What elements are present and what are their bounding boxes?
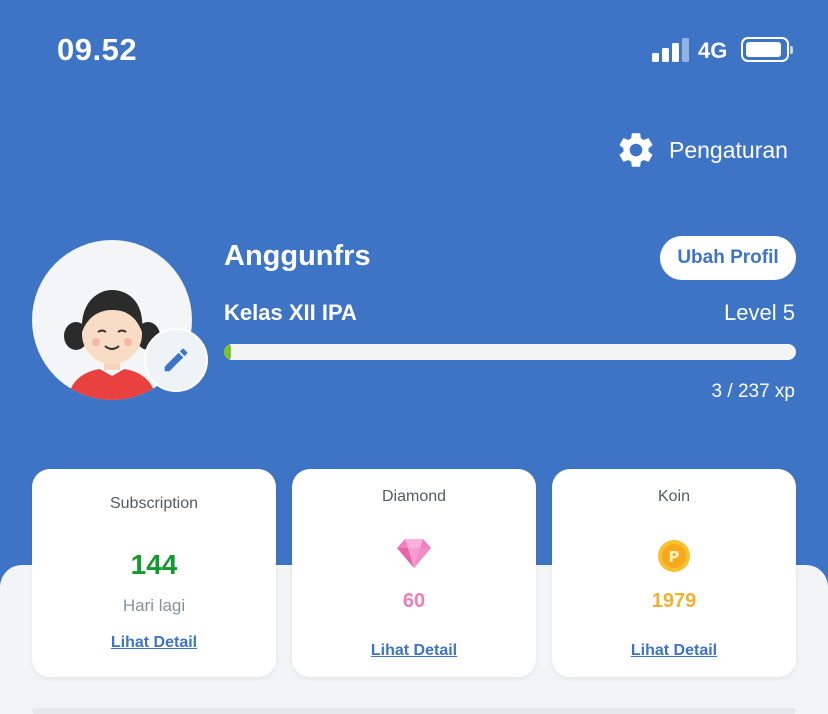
settings-button[interactable]: Pengaturan bbox=[615, 128, 788, 172]
pencil-icon bbox=[164, 348, 188, 372]
level-label: Level 5 bbox=[724, 300, 795, 325]
xp-progress-fill bbox=[224, 344, 232, 360]
diamond-value: 60 bbox=[402, 590, 426, 612]
koin-title: Koin bbox=[657, 488, 691, 505]
xp-progress-bar bbox=[224, 344, 796, 360]
koin-value: 1979 bbox=[651, 590, 697, 612]
profile-screen: 09.52 4G Pengaturan Anggunfrs Ubah Profi… bbox=[0, 0, 828, 714]
diamond-icon bbox=[396, 537, 432, 574]
subscription-subtitle: Hari lagi bbox=[122, 596, 186, 615]
koin-card: Koin P 1979 Lihat Detail bbox=[552, 469, 796, 677]
koin-detail-link[interactable]: Lihat Detail bbox=[552, 642, 796, 660]
subscription-value: 144 bbox=[130, 549, 178, 580]
subscription-title: Subscription bbox=[109, 495, 199, 512]
xp-text: 3 / 237 xp bbox=[711, 381, 795, 402]
subscription-detail-link[interactable]: Lihat Detail bbox=[32, 634, 276, 652]
diamond-title: Diamond bbox=[381, 488, 447, 505]
edit-profile-button[interactable]: Ubah Profil bbox=[660, 236, 796, 280]
coin-icon: P bbox=[657, 539, 691, 578]
username: Anggunfrs bbox=[224, 240, 371, 272]
status-time: 09.52 bbox=[57, 32, 138, 67]
subscription-card: Subscription 144 Hari lagi Lihat Detail bbox=[32, 469, 276, 677]
divider bbox=[32, 708, 796, 714]
gear-icon bbox=[619, 133, 653, 167]
svg-text:P: P bbox=[669, 548, 680, 566]
network-type: 4G bbox=[698, 38, 728, 63]
diamond-detail-link[interactable]: Lihat Detail bbox=[292, 642, 536, 660]
settings-label: Pengaturan bbox=[669, 136, 788, 163]
edit-avatar-button[interactable] bbox=[144, 328, 208, 392]
class-label: Kelas XII IPA bbox=[224, 300, 357, 325]
diamond-card: Diamond 60 Lihat Detail bbox=[292, 469, 536, 677]
battery-icon bbox=[741, 37, 793, 62]
signal-icon bbox=[652, 38, 690, 62]
